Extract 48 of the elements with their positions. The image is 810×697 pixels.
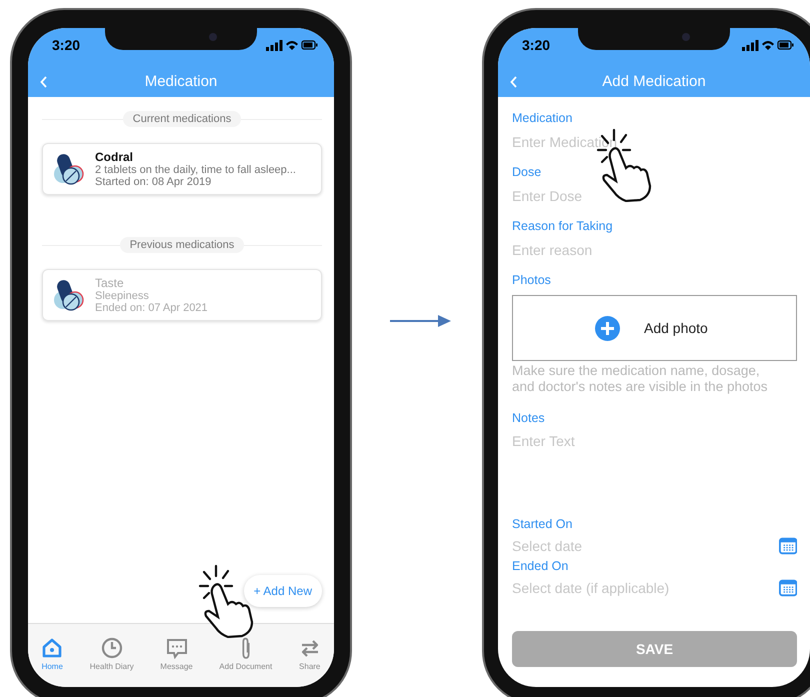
notes-field[interactable]: Enter Text [512, 433, 797, 504]
status-time: 3:20 [52, 37, 80, 53]
calendar-icon[interactable] [778, 537, 797, 556]
date-field[interactable]: Select date (if applicable) [512, 579, 773, 598]
screen-title: Add Medication [602, 73, 706, 90]
status-icons [266, 39, 318, 51]
back-icon[interactable] [40, 76, 48, 88]
field-label: Reason for Taking [512, 219, 614, 233]
medication-card[interactable]: Codral 2 tablets on the daily, time to fall asleep... Started on: 08 Apr 2019 [42, 143, 322, 195]
field-label: Started On [512, 517, 574, 532]
camera-lens [209, 33, 217, 41]
input-field[interactable]: Enter Dose [512, 187, 797, 205]
camera-lens [682, 33, 690, 41]
tab-item[interactable]: Add Document [219, 636, 272, 670]
message-icon [166, 636, 188, 658]
field-label: Notes [512, 411, 546, 426]
plus-icon [595, 316, 620, 340]
field-label: Photos [512, 273, 552, 287]
tab-item[interactable]: Health Diary [90, 636, 134, 670]
tab-item[interactable]: Message [160, 636, 193, 670]
field-label: Dose [512, 165, 542, 179]
medication-name: Codral [95, 150, 134, 164]
section-label: Current medications [122, 111, 242, 127]
section-label: Previous medications [120, 237, 244, 253]
calendar-icon[interactable] [778, 579, 797, 598]
add-new-button[interactable]: + Add New [244, 575, 322, 607]
input-field[interactable]: Enter Medication [512, 133, 797, 151]
tab-item[interactable]: Home [41, 636, 64, 670]
add-photo-button[interactable]: Add photo [512, 295, 797, 361]
field-label: Ended On [512, 559, 570, 574]
clock-icon [100, 636, 123, 658]
field-label: Medication [512, 111, 574, 125]
paperclip-icon [242, 636, 250, 658]
screen-title: Medication [144, 73, 218, 90]
tab-item[interactable]: Share [298, 636, 321, 670]
medication-detail: 2 tablets on the daily, time to fall asleep... [95, 164, 296, 176]
medication-date: Ended on: 07 Apr 2021 [95, 302, 208, 314]
medication-name: Taste [95, 276, 125, 290]
status-icons [742, 39, 794, 51]
photo-hint: Make sure the medication name, dosage, and doctor's notes are visible in the photos [512, 363, 768, 396]
arrow-icon [390, 314, 452, 328]
medication-date: Started on: 08 Apr 2019 [95, 176, 212, 188]
status-time: 3:20 [522, 37, 550, 53]
input-field[interactable]: Enter reason [512, 241, 797, 259]
home-icon [41, 636, 64, 658]
back-icon[interactable] [510, 76, 518, 88]
medication-detail: Sleepiness [95, 290, 150, 302]
date-field[interactable]: Select date [512, 537, 773, 556]
